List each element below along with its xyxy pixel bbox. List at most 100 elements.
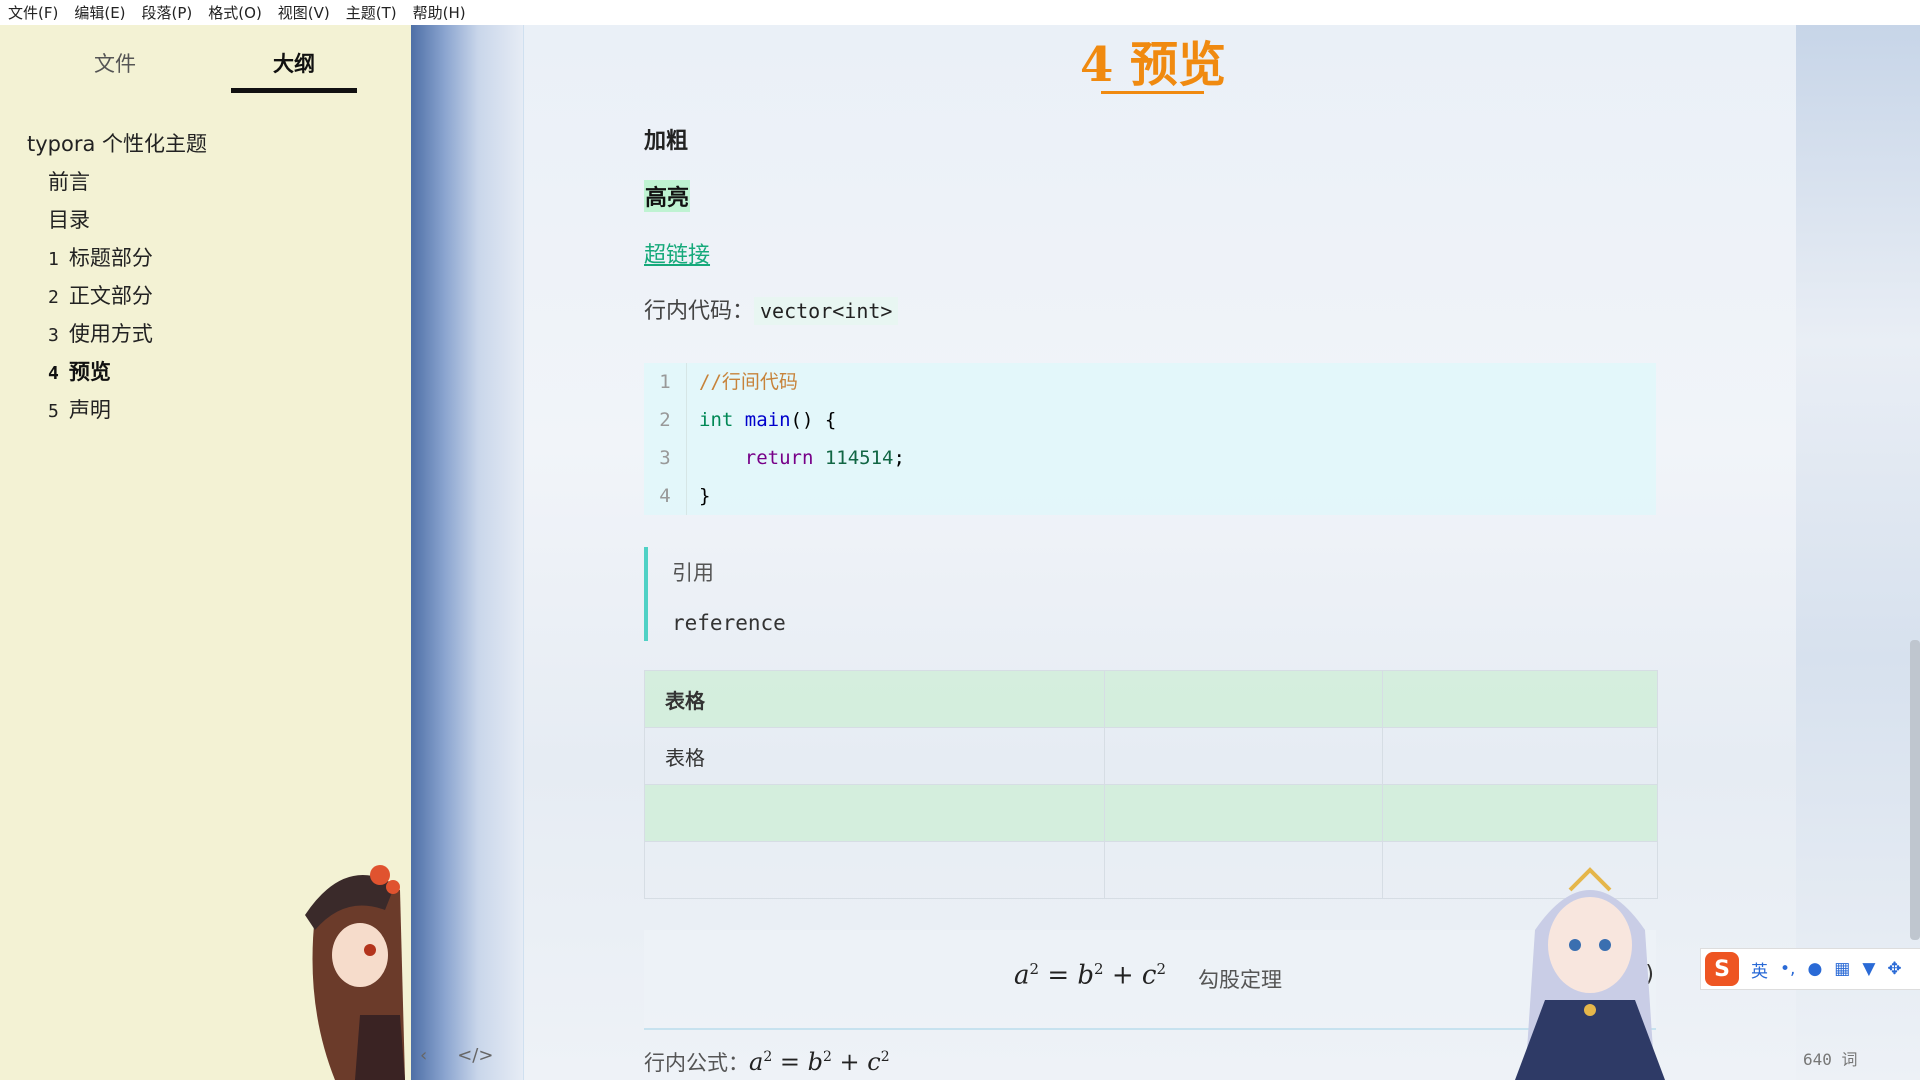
math-var: b [807,1048,823,1076]
code-text: } [687,477,710,515]
outline-item-title[interactable]: typora 个性化主题 [0,125,411,163]
table-row [644,784,1658,842]
outline-item-toc[interactable]: 目录 [0,201,411,239]
menu-edit[interactable]: 编辑(E) [66,2,133,23]
tab-active-indicator [231,88,357,93]
table-cell[interactable] [644,784,1105,842]
code-text: int main() { [687,401,836,439]
math-var: c [1141,960,1157,991]
code-punct: () { [790,409,837,431]
menu-format[interactable]: 格式(O) [200,2,270,23]
outline-item-label: 使用方式 [68,322,153,346]
outline-item-number: 5 [48,401,59,422]
code-block[interactable]: 1 //行间代码 2 int main() { 3 return 114514;… [644,363,1656,515]
table-cell[interactable] [644,841,1105,899]
sidebar: 文件 大纲 typora 个性化主题 前言 目录 1 标题部分 2 正文部分 3 使用… [0,25,412,1080]
table-cell[interactable] [1104,841,1383,899]
menu-file[interactable]: 文件(F) [0,2,66,23]
background-art-left [411,25,523,1080]
code-line: 2 int main() { [644,401,1656,439]
mascot-illustration-right [1515,867,1665,1080]
code-punct: } [699,485,711,507]
sidebar-tabs: 文件 大纲 [0,25,411,100]
tab-outline-label: 大纲 [273,52,315,76]
math-op: + [1103,960,1142,991]
table-cell[interactable]: 表格 [644,727,1105,785]
table-row: 表格 [644,670,1658,728]
math-exp: 2 [1029,960,1040,978]
table-cell[interactable] [1104,784,1383,842]
math-var: a [1014,960,1030,991]
scrollbar[interactable] [1910,640,1920,940]
table-cell[interactable] [1382,670,1658,728]
outline-item-label: 预览 [68,360,111,384]
microphone-icon[interactable]: ● [1807,959,1822,979]
sidebar-footer: ‹ </> [420,1045,493,1066]
math-formula: a2 = b2 + c2 [1014,960,1166,991]
math-var: c [867,1048,881,1076]
math-var: a [749,1048,764,1076]
code-keyword: int [699,409,734,431]
quote-line: reference [672,611,786,635]
ime-punctuation-toggle[interactable]: •, [1780,959,1795,979]
outline-item-body[interactable]: 2 正文部分 [0,277,411,315]
table-cell[interactable] [1382,784,1658,842]
line-number: 4 [644,477,687,515]
line-number: 2 [644,401,687,439]
blockquote: 引用 reference [644,547,1660,641]
code-number: 114514 [824,447,894,469]
skin-shirt-icon[interactable]: ▼ [1862,959,1875,979]
code-text: //行间代码 [687,363,798,401]
keyboard-icon[interactable]: ▦ [1834,959,1850,979]
sogou-logo-icon: S [1705,952,1739,986]
table-cell[interactable] [1104,670,1383,728]
menu-help[interactable]: 帮助(H) [405,2,474,23]
ime-toolbar[interactable]: S 英 •, ● ▦ ▼ ✥ [1700,948,1920,990]
outline-item-statement[interactable]: 5 声明 [0,391,411,429]
math-var: b [1077,960,1095,991]
code-line: 4 } [644,477,1656,515]
code-line: 3 return 114514; [644,439,1656,477]
word-count[interactable]: 640 词 [1803,1046,1858,1070]
code-text: return 114514; [687,439,905,477]
inline-code: vector<int> [754,297,899,325]
menu-theme[interactable]: 主题(T) [338,2,405,23]
outline-item-number: 1 [48,249,59,270]
menu-view[interactable]: 视图(V) [270,2,338,23]
outline-item-preview[interactable]: 4 预览 [0,353,411,391]
code-keyword-return: return [744,447,814,469]
code-function: main [744,409,791,431]
outline-item-preface[interactable]: 前言 [0,163,411,201]
math-exp: 2 [1094,960,1104,978]
ime-language-toggle[interactable]: 英 [1751,957,1768,982]
inline-code-label: 行内代码： [644,299,755,324]
inline-math-label: 行内公式： [644,1051,749,1075]
hyperlink[interactable]: 超链接 [644,237,710,269]
math-exp: 2 [763,1049,773,1065]
math-op: = [1039,960,1078,991]
outline-item-usage[interactable]: 3 使用方式 [0,315,411,353]
code-comment: //行间代码 [699,371,798,393]
table-cell[interactable] [1382,727,1658,785]
outline-item-label: 目录 [48,208,90,232]
table-cell[interactable] [1104,727,1383,785]
mascot-illustration-left [305,865,405,1080]
code-line: 1 //行间代码 [644,363,1656,401]
tab-files[interactable]: 文件 [52,45,178,93]
outline-item-number: 2 [48,287,59,308]
heading-preview: 4 预览 [644,25,1662,95]
outline-item-label: typora 个性化主题 [27,132,208,156]
inline-math-paragraph: 行内公式：a2 = b2 + c2 [644,1047,890,1077]
line-number: 1 [644,363,687,401]
toolbox-grid-icon[interactable]: ✥ [1887,959,1901,979]
source-code-icon[interactable]: </> [457,1045,493,1066]
table-cell[interactable]: 表格 [644,670,1105,728]
menu-paragraph[interactable]: 段落(P) [134,2,201,23]
outline-item-label: 正文部分 [68,284,153,308]
highlight-text: 高亮 [644,180,691,212]
outline-item-headings[interactable]: 1 标题部分 [0,239,411,277]
chevron-left-icon[interactable]: ‹ [420,1045,427,1066]
tab-outline[interactable]: 大纲 [231,45,357,93]
math-note: 勾股定理 [1198,968,1282,992]
outline-item-number: 3 [48,325,59,346]
